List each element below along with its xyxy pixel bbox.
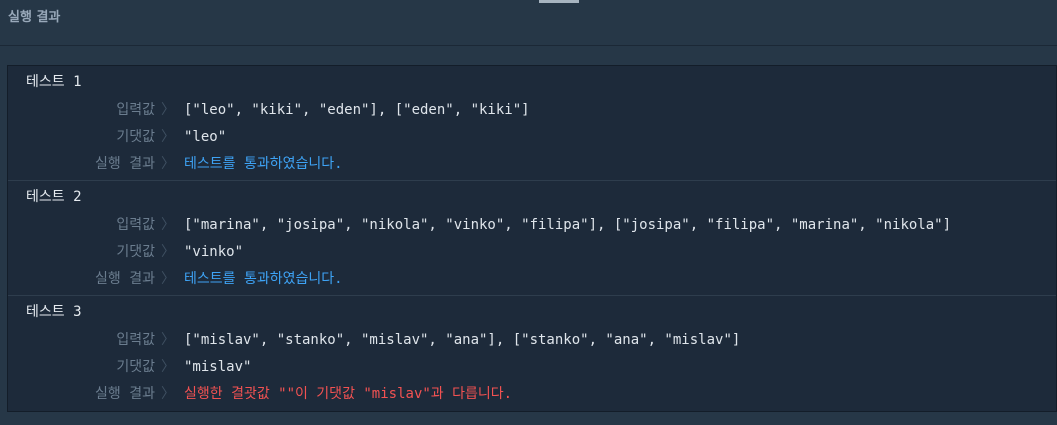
test-results-panel: 테스트 1 입력값 〉 ["leo", "kiki", "eden"], ["e… <box>7 65 1057 412</box>
input-value: ["leo", "kiki", "eden"], ["eden", "kiki"… <box>184 102 530 118</box>
input-value: ["mislav", "stanko", "mislav", "ana"], [… <box>184 332 741 348</box>
expected-value: "leo" <box>184 129 227 145</box>
result-row: 실행 결과 〉 실행한 결괏값 ""이 기댓값 "mislav"과 다릅니다. <box>8 383 1048 405</box>
expected-row: 기댓값 〉 "vinko" <box>8 241 1048 263</box>
test-case-2: 테스트 2 입력값 〉 ["marina", "josipa", "nikola… <box>8 181 1056 296</box>
result-header-title: 실행 결과 <box>8 10 61 25</box>
panel-resize-handle[interactable] <box>539 0 579 3</box>
chevron-right-icon: 〉 <box>161 156 175 172</box>
expected-row: 기댓값 〉 "mislav" <box>8 356 1048 378</box>
input-row: 입력값 〉 ["mislav", "stanko", "mislav", "an… <box>8 329 1048 351</box>
result-label: 실행 결과 <box>95 156 155 172</box>
test-title: 테스트 3 <box>26 304 82 320</box>
test-title: 테스트 2 <box>26 189 82 205</box>
expected-label: 기댓값 <box>116 359 155 375</box>
expected-label: 기댓값 <box>116 129 155 145</box>
expected-label: 기댓값 <box>116 244 155 260</box>
expected-value: "vinko" <box>184 244 244 260</box>
input-row: 입력값 〉 ["marina", "josipa", "nikola", "vi… <box>8 214 1048 236</box>
result-label: 실행 결과 <box>95 386 155 402</box>
chevron-right-icon: 〉 <box>161 244 175 260</box>
result-label: 실행 결과 <box>95 271 155 287</box>
input-label: 입력값 <box>116 102 155 118</box>
result-value: 테스트를 통과하였습니다. <box>184 271 343 287</box>
chevron-right-icon: 〉 <box>161 102 175 118</box>
test-case-3: 테스트 3 입력값 〉 ["mislav", "stanko", "mislav… <box>8 296 1056 411</box>
chevron-right-icon: 〉 <box>161 217 175 233</box>
result-header: 실행 결과 <box>0 0 1057 46</box>
result-value: 테스트를 통과하였습니다. <box>184 156 343 172</box>
chevron-right-icon: 〉 <box>161 332 175 348</box>
result-row: 실행 결과 〉 테스트를 통과하였습니다. <box>8 268 1048 290</box>
result-row: 실행 결과 〉 테스트를 통과하였습니다. <box>8 153 1048 175</box>
test-case-1: 테스트 1 입력값 〉 ["leo", "kiki", "eden"], ["e… <box>8 66 1056 181</box>
input-value: ["marina", "josipa", "nikola", "vinko", … <box>184 217 952 233</box>
input-row: 입력값 〉 ["leo", "kiki", "eden"], ["eden", … <box>8 99 1048 121</box>
chevron-right-icon: 〉 <box>161 271 175 287</box>
chevron-right-icon: 〉 <box>161 129 175 145</box>
expected-row: 기댓값 〉 "leo" <box>8 126 1048 148</box>
input-label: 입력값 <box>116 217 155 233</box>
expected-value: "mislav" <box>184 359 252 375</box>
chevron-right-icon: 〉 <box>161 386 175 402</box>
chevron-right-icon: 〉 <box>161 359 175 375</box>
result-value: 실행한 결괏값 ""이 기댓값 "mislav"과 다릅니다. <box>184 386 513 402</box>
input-label: 입력값 <box>116 332 155 348</box>
test-title: 테스트 1 <box>26 74 82 90</box>
